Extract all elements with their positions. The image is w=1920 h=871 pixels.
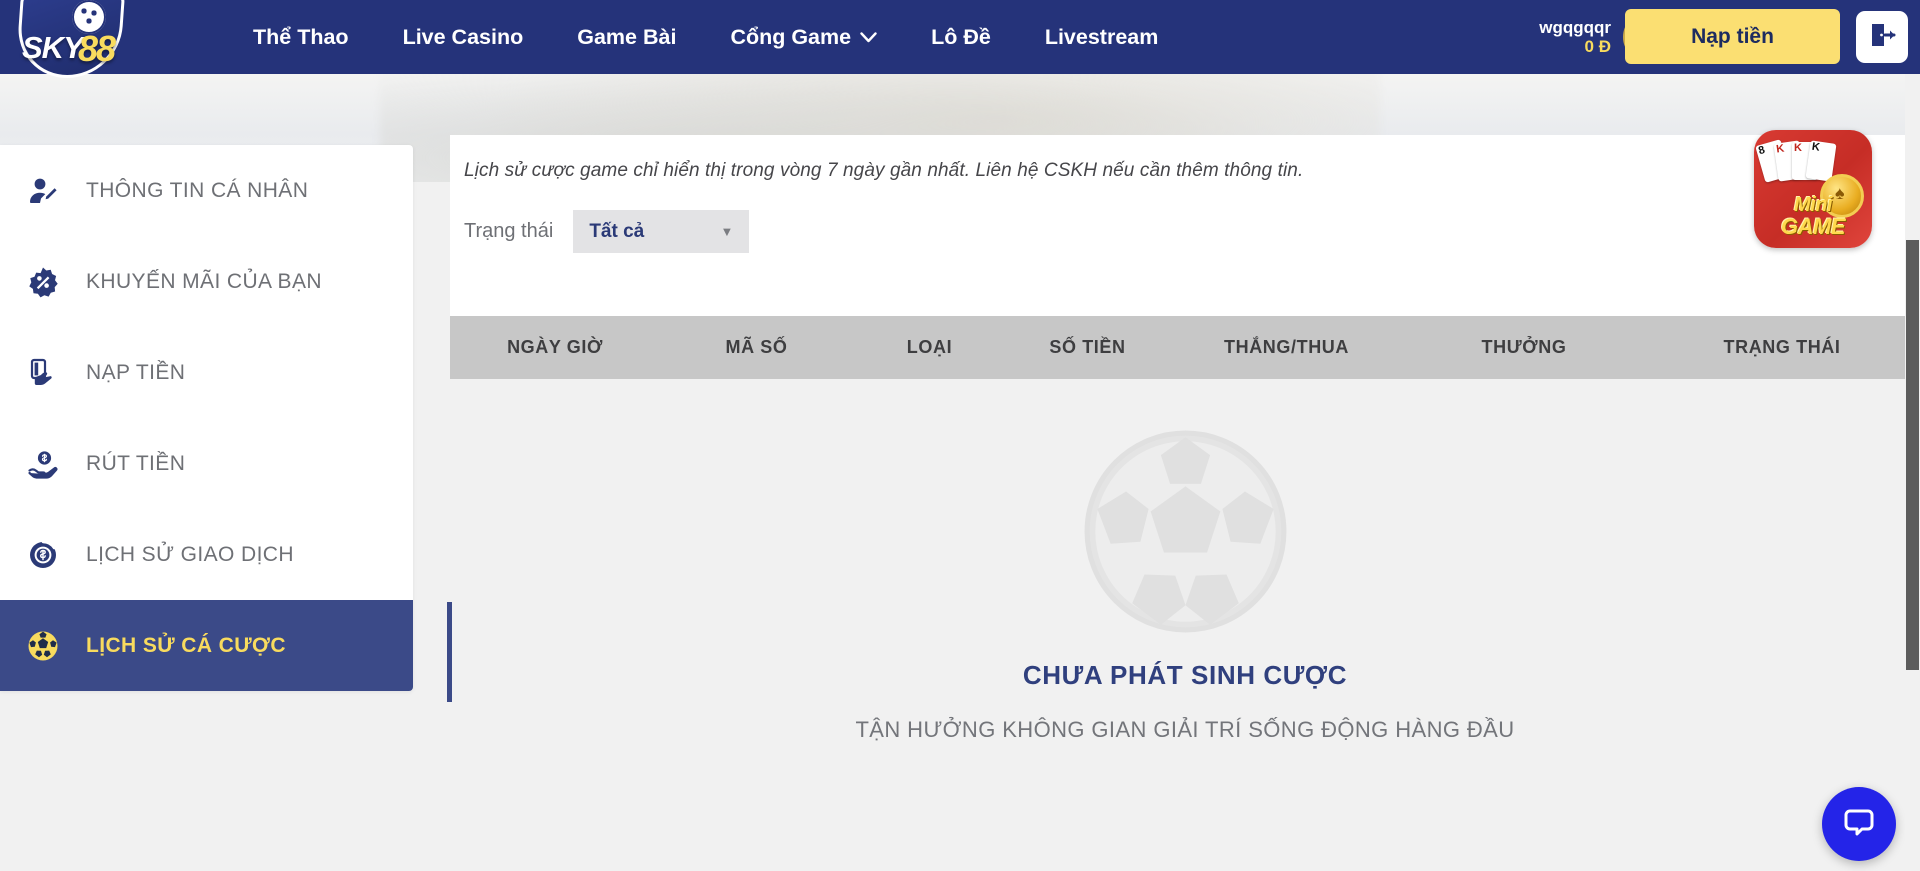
nav-item-livestream[interactable]: Livestream [1018,0,1186,74]
column-header-thang-thua: THẮNG/THUA [1224,337,1349,357]
brand-sky-text: SKY [22,30,84,65]
column-header-trang-thai: TRẠNG THÁI [1723,337,1841,357]
soccer-ball-icon [26,629,60,663]
column-header-so-tien: SỐ TIỀN [1049,337,1126,357]
active-section-accent [447,602,452,702]
nav-label: Lô Đề [931,25,991,49]
column-header-ngay-gio: NGÀY GIỜ [507,337,603,357]
sidebar-item-thong-tin-ca-nhan[interactable]: THÔNG TIN CÁ NHÂN [0,145,413,236]
username-label: wgqgqqr [1539,17,1611,37]
bet-history-panel: Lịch sử cược game chỉ hiển thị trong vòn… [447,130,1920,871]
brand-logo[interactable]: SKY 88 [0,0,148,78]
history-notice: Lịch sử cược game chỉ hiển thị trong vòn… [464,160,1304,181]
nav-item-lo-de[interactable]: Lô Đề [904,0,1018,74]
nav-item-game-bai[interactable]: Game Bài [550,0,703,74]
filter-row: Trạng thái Tất cả ▼ [464,210,750,253]
nav-item-cong-game[interactable]: Cổng Game [703,0,904,74]
user-info: wgqgqqr 0 Đ [1539,18,1611,56]
status-filter-label: Trạng thái [464,220,554,242]
hand-coin-icon [26,447,60,481]
user-edit-icon [26,174,60,208]
nav-label: Game Bài [577,25,677,49]
vertical-scrollbar-thumb[interactable] [1906,240,1919,670]
chevron-down-icon [860,1,877,75]
sidebar-item-label: KHUYẾN MÃI CỦA BẠN [86,269,322,293]
chat-widget-button[interactable] [1822,787,1896,861]
sidebar-item-label: RÚT TIỀN [86,451,186,475]
column-header-thuong: THƯỞNG [1481,337,1567,357]
status-filter-select[interactable]: Tất cả ▼ [573,210,750,253]
chat-bubble-icon [1841,804,1877,845]
chevron-down-icon: ▼ [720,224,734,239]
empty-state-subtitle: TẬN HƯỞNG KHÔNG GIAN GIẢI TRÍ SỐNG ĐỘNG … [855,717,1515,742]
nav-label: Livestream [1044,25,1159,49]
empty-state: CHƯA PHÁT SINH CƯỢC TẬN HƯỞNG KHÔNG GIAN… [450,379,1920,743]
percent-badge-icon [26,265,60,299]
sidebar-item-khuyen-mai-cua-ban[interactable]: KHUYẾN MÃI CỦA BẠN [0,236,413,327]
balance-label: 0 Đ [1584,37,1611,56]
sidebar-item-label: THÔNG TIN CÁ NHÂN [86,178,309,202]
soccer-ball-watermark-icon [1083,429,1288,634]
sidebar-item-lich-su-giao-dich[interactable]: LỊCH SỬ GIAO DỊCH [0,509,413,600]
site-header: SKY 88 Thể Thao Live Casino Game Bài Cổn… [0,0,1920,78]
logout-button[interactable] [1856,11,1908,63]
sidebar-item-label: LỊCH SỬ CÁ CƯỢC [86,633,286,657]
nav-label: Thể Thao [253,25,349,49]
minigame-line2: GAME [1781,214,1846,239]
account-sidebar: THÔNG TIN CÁ NHÂN KHUYẾN MÃI CỦA BẠN NẠP… [0,145,413,691]
empty-state-title: CHƯA PHÁT SINH CƯỢC [1022,660,1348,690]
column-header-ma-so: MÃ SỐ [725,337,788,357]
sidebar-item-nap-tien[interactable]: NẠP TIỀN [0,327,413,418]
table-body: CHƯA PHÁT SINH CƯỢC TẬN HƯỞNG KHÔNG GIAN… [450,379,1920,871]
dollar-circle-icon [26,538,60,572]
sidebar-item-lich-su-ca-cuoc[interactable]: LỊCH SỬ CÁ CƯỢC [0,600,413,691]
minigame-badge[interactable]: 8 K K K Mini GAME [1754,130,1872,248]
card-hand-icon [26,356,60,390]
table-header-row: NGÀY GIỜ MÃ SỐ LOẠI SỐ TIỀN THẮNG/THUA T… [450,316,1920,379]
nav-label: Live Casino [402,25,524,49]
column-header-loai: LOẠI [906,337,953,357]
status-filter-value: Tất cả [589,220,645,242]
sidebar-item-label: NẠP TIỀN [86,360,186,384]
page-root: SKY 88 Thể Thao Live Casino Game Bài Cổn… [0,0,1920,871]
brand-88-text: 88 [78,28,116,69]
minigame-text: Mini GAME [1754,194,1872,240]
nav-label: Cổng Game [730,25,852,49]
nav-item-the-thao[interactable]: Thể Thao [226,0,376,74]
nav-item-live-casino[interactable]: Live Casino [376,0,551,74]
deposit-button[interactable]: Nạp tiền [1625,9,1840,64]
logout-icon [1867,20,1897,55]
main-nav: Thể Thao Live Casino Game Bài Cổng Game … [226,0,1185,74]
sidebar-item-rut-tien[interactable]: RÚT TIỀN [0,418,413,509]
sidebar-item-label: LỊCH SỬ GIAO DỊCH [86,542,294,566]
